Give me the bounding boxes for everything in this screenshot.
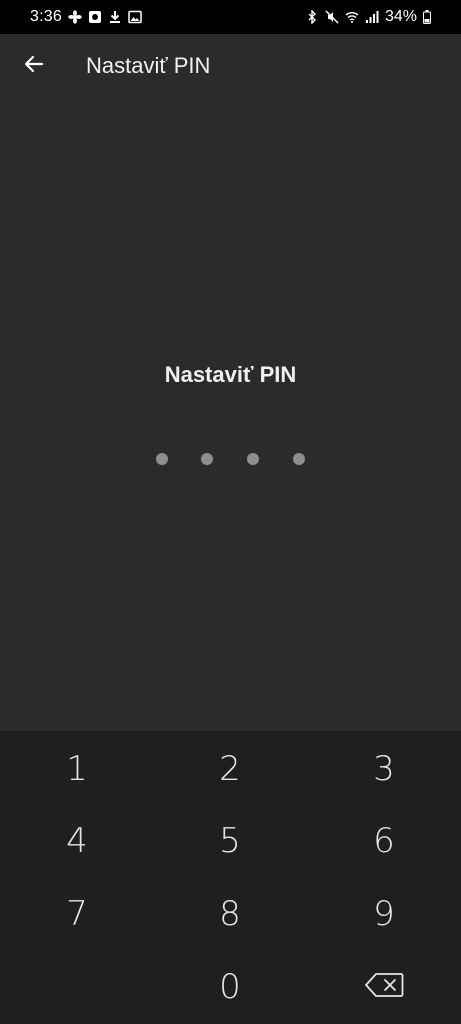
back-button[interactable] bbox=[12, 44, 56, 88]
status-right: 34% bbox=[305, 8, 431, 26]
key-4[interactable]: 4 bbox=[17, 809, 137, 873]
key-6[interactable]: 6 bbox=[324, 809, 444, 873]
key-2[interactable]: 2 bbox=[170, 737, 290, 801]
key-1[interactable]: 1 bbox=[17, 737, 137, 801]
image-icon bbox=[128, 10, 142, 24]
key-3[interactable]: 3 bbox=[324, 737, 444, 801]
key-7[interactable]: 7 bbox=[17, 882, 137, 946]
key-9[interactable]: 9 bbox=[324, 882, 444, 946]
pin-dot bbox=[156, 453, 168, 465]
status-left: 3:36 bbox=[30, 8, 142, 26]
signal-icon bbox=[365, 10, 379, 24]
back-arrow-icon bbox=[22, 52, 46, 81]
bluetooth-icon bbox=[305, 10, 319, 24]
pin-dot bbox=[293, 453, 305, 465]
key-0[interactable]: 0 bbox=[170, 955, 290, 1019]
wifi-icon bbox=[345, 10, 359, 24]
battery-icon bbox=[423, 10, 431, 24]
status-bar: 3:36 34% bbox=[0, 0, 461, 34]
pin-dot bbox=[201, 453, 213, 465]
pin-setup-screen: 3:36 34% Nastaviť PIN Nastaviť PIN 1 2 3… bbox=[0, 0, 461, 1024]
status-time: 3:36 bbox=[30, 8, 62, 25]
numeric-keypad: 1 2 3 4 5 6 7 8 9 0 bbox=[0, 731, 461, 1024]
page-title: Nastaviť PIN bbox=[86, 53, 211, 78]
backspace-icon bbox=[364, 967, 404, 1007]
download-icon bbox=[108, 10, 122, 24]
notification-icon bbox=[88, 10, 102, 24]
backspace-button[interactable] bbox=[324, 955, 444, 1019]
pin-prompt: Nastaviť PIN bbox=[164, 362, 297, 387]
pin-dots bbox=[0, 453, 461, 467]
key-8[interactable]: 8 bbox=[170, 882, 290, 946]
mute-icon bbox=[325, 10, 339, 24]
fan-icon bbox=[68, 10, 82, 24]
pin-dot bbox=[247, 453, 259, 465]
app-bar: Nastaviť PIN bbox=[0, 34, 461, 98]
battery-percent: 34% bbox=[384, 8, 417, 25]
key-5[interactable]: 5 bbox=[170, 809, 290, 873]
